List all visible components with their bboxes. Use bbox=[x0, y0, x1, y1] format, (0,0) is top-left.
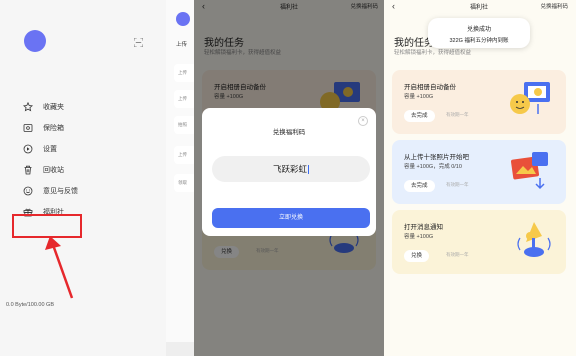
text-caret bbox=[308, 165, 309, 175]
redeem-dialog-screen: ‹ 福利社 兑换福利码 我的任务 轻松解锁福利卡，获得超值权益 开启相册自动备份… bbox=[194, 0, 384, 356]
complete-task-button[interactable]: 去完成 bbox=[404, 180, 435, 192]
success-toast: 兑换成功 322G 福利五分钟内到账 bbox=[428, 18, 530, 48]
list-item: 上传 bbox=[174, 64, 194, 82]
menu-item-safe[interactable]: 保险箱 bbox=[22, 118, 152, 137]
dialog-title: 兑换福利码 bbox=[272, 129, 306, 136]
highlight-box bbox=[12, 214, 82, 238]
menu-item-label: 收藏夹 bbox=[43, 103, 64, 111]
menu-item-label: 保险箱 bbox=[43, 124, 64, 132]
drawer-menu: 收藏夹 保险箱 设置 回收站 意见与反馈 福利社 bbox=[22, 97, 152, 223]
task-title: 打开消息通知 bbox=[404, 224, 443, 231]
list-item: 领取 bbox=[174, 174, 194, 192]
list-item: 拍照 bbox=[174, 116, 194, 134]
redeem-code-input[interactable]: 飞跃彩虹 bbox=[212, 156, 370, 182]
task-card: 打开消息通知 容量 +100G 兑换 有效期一年 bbox=[392, 210, 566, 274]
annotation-arrow bbox=[45, 236, 74, 299]
expiry-text: 有效期一年 bbox=[446, 182, 469, 187]
complete-task-button[interactable]: 去完成 bbox=[404, 110, 435, 122]
menu-item-settings[interactable]: 设置 bbox=[22, 139, 152, 158]
notification-bell-illustration bbox=[517, 222, 551, 257]
redeem-now-button[interactable]: 立即兑换 bbox=[212, 208, 370, 228]
toast-title: 兑换成功 bbox=[466, 27, 491, 33]
background-page: 上传 上传 上传 拍照 上传 领取 bbox=[166, 0, 194, 356]
expiry-text: 有效期一年 bbox=[446, 112, 469, 117]
drawer-panel: 收藏夹 保险箱 设置 回收站 意见与反馈 福利社 0.0 Byte/100.00… bbox=[0, 0, 194, 356]
redeem-code-value: 飞跃彩虹 bbox=[272, 164, 307, 174]
side-drawer: 收藏夹 保险箱 设置 回收站 意见与反馈 福利社 0.0 Byte/100.00… bbox=[0, 0, 166, 356]
feedback-icon bbox=[22, 185, 34, 197]
redeem-code-link[interactable]: 兑换福利码 bbox=[540, 2, 568, 10]
task-title: 开启相册自动备份 bbox=[404, 84, 456, 91]
trash-icon bbox=[22, 164, 34, 176]
settings-icon bbox=[22, 143, 34, 155]
nav-bar: ‹ 福利社 兑换福利码 bbox=[384, 0, 574, 14]
task-title: 从上传十张照片开始吧 bbox=[404, 154, 469, 161]
task-list-screen: ‹ 福利社 兑换福利码 我的任务 轻松解锁福利卡，获得超值权益 开启相册自动备份… bbox=[384, 0, 576, 356]
menu-item-label: 回收站 bbox=[43, 166, 64, 174]
redeem-task-button[interactable]: 兑换 bbox=[404, 250, 430, 262]
storage-usage: 0.0 Byte/100.00 GB bbox=[6, 302, 55, 308]
star-icon bbox=[22, 101, 34, 113]
task-reward: 容量 +100G，完成 0/10 bbox=[404, 164, 462, 170]
photo-backup-illustration bbox=[510, 82, 550, 114]
scan-icon[interactable] bbox=[134, 38, 143, 47]
menu-item-trash[interactable]: 回收站 bbox=[22, 160, 152, 179]
upload-label: 上传 bbox=[176, 42, 188, 48]
section-subtitle: 轻松解锁福利卡，获得超值权益 bbox=[394, 50, 472, 56]
menu-item-favorites[interactable]: 收藏夹 bbox=[22, 97, 152, 116]
menu-item-label: 设置 bbox=[43, 145, 57, 153]
redeem-code-dialog: 兑换福利码 × 飞跃彩虹 立即兑换 bbox=[202, 108, 376, 236]
photo-upload-illustration bbox=[510, 152, 548, 190]
list-item: 上传 bbox=[174, 90, 194, 108]
close-icon[interactable]: × bbox=[358, 116, 368, 126]
task-reward: 容量 +100G bbox=[404, 234, 434, 240]
task-reward: 容量 +100G bbox=[404, 94, 434, 100]
task-card: 开启相册自动备份 容量 +100G 去完成 有效期一年 bbox=[392, 70, 566, 134]
expiry-text: 有效期一年 bbox=[446, 252, 469, 257]
bottom-bar bbox=[166, 342, 194, 356]
toast-message: 322G 福利五分钟内到账 bbox=[449, 38, 509, 44]
menu-item-feedback[interactable]: 意见与反馈 bbox=[22, 181, 152, 200]
safe-icon bbox=[22, 122, 34, 134]
avatar bbox=[176, 12, 190, 26]
avatar[interactable] bbox=[24, 30, 46, 52]
menu-item-label: 意见与反馈 bbox=[43, 187, 78, 195]
list-item: 上传 bbox=[174, 146, 194, 164]
task-card: 从上传十张照片开始吧 容量 +100G，完成 0/10 去完成 有效期一年 bbox=[392, 140, 566, 204]
